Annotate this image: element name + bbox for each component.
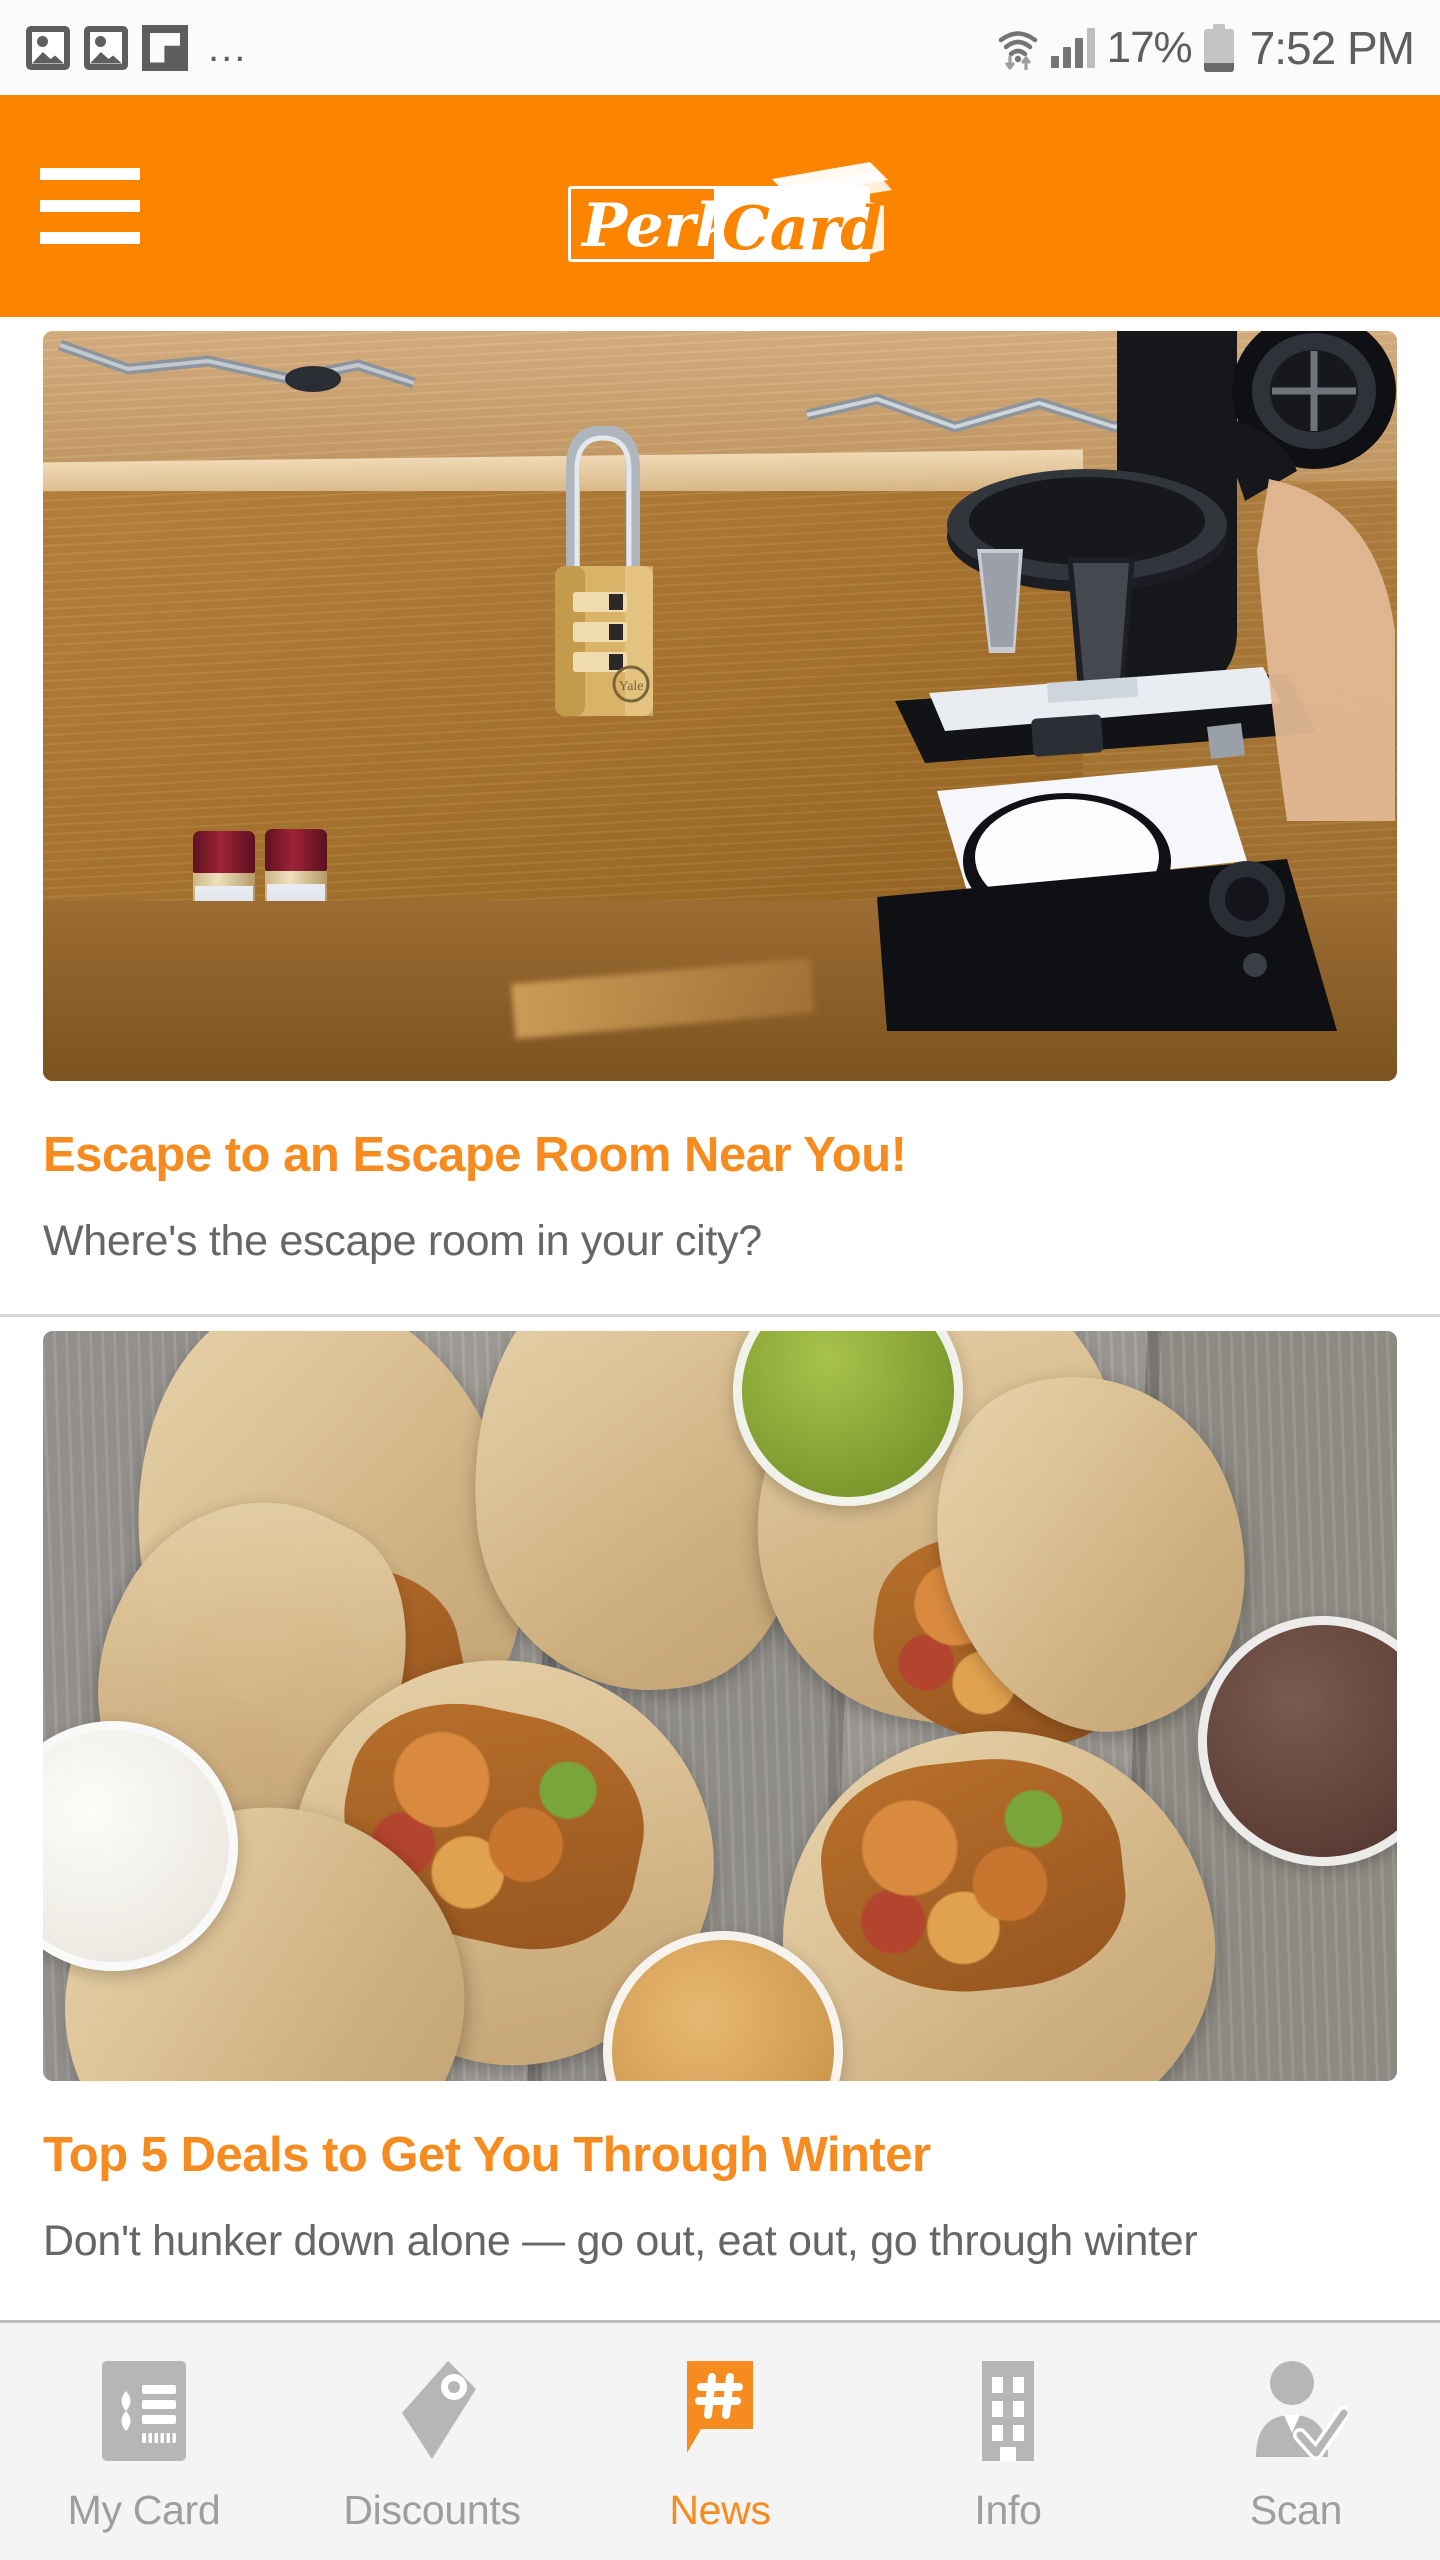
- nav-label: Info: [974, 2487, 1042, 2533]
- news-hashtag-bubble-icon: [668, 2357, 772, 2465]
- article-image-winter-deals[interactable]: [43, 1331, 1397, 2081]
- photo-icon: [84, 25, 128, 70]
- microscope-illustration: [877, 331, 1396, 1031]
- padlock-icon: Yale: [555, 426, 653, 716]
- svg-text:Card: Card: [722, 194, 882, 264]
- nav-item-my-card[interactable]: My Card: [0, 2323, 288, 2560]
- nav-label: My Card: [67, 2487, 221, 2533]
- signal-bars-icon: [1050, 27, 1095, 68]
- battery-low-icon: [1203, 23, 1234, 72]
- news-article-card[interactable]: Top 5 Deals to Get You Through Winter Do…: [0, 1331, 1440, 2266]
- battery-percent-label: 17%: [1106, 22, 1193, 72]
- perks-card-logo: Perks Card: [540, 154, 900, 269]
- status-bar: ... 17% 7:52 PM: [0, 0, 1440, 95]
- clock-label: 7:52 PM: [1249, 21, 1415, 74]
- photo-icon: [26, 25, 70, 70]
- article-image-escape-room[interactable]: Yale: [43, 331, 1397, 1081]
- nav-item-scan[interactable]: Scan: [1152, 2323, 1440, 2560]
- svg-text:Yale: Yale: [618, 679, 643, 694]
- article-divider: [0, 1314, 1440, 1317]
- article-title[interactable]: Escape to an Escape Room Near You!: [43, 1127, 1397, 1183]
- app-header: Perks Card: [0, 95, 1440, 317]
- nav-item-news[interactable]: News: [576, 2323, 864, 2560]
- person-check-icon: [1244, 2357, 1351, 2465]
- more-notifications-icon: ...: [208, 25, 248, 70]
- status-bar-system: 17% 7:52 PM: [997, 21, 1415, 75]
- price-tag-icon: [380, 2357, 484, 2465]
- flipboard-icon: [142, 24, 188, 71]
- article-subtitle: Don't hunker down alone — go out, eat ou…: [43, 2217, 1198, 2265]
- nav-label: News: [669, 2487, 771, 2533]
- nav-item-info[interactable]: Info: [864, 2323, 1152, 2560]
- hamburger-menu-icon[interactable]: [40, 161, 146, 251]
- news-article-card[interactable]: Yale Escape to an Escape Room Near You! …: [0, 331, 1440, 1317]
- article-title[interactable]: Top 5 Deals to Get You Through Winter: [43, 2127, 1397, 2183]
- article-subtitle: Where's the escape room in your city?: [43, 1217, 762, 1265]
- nav-label: Scan: [1249, 2487, 1343, 2533]
- status-bar-notifications: ...: [26, 24, 248, 71]
- news-feed[interactable]: Yale Escape to an Escape Room Near You! …: [0, 317, 1440, 2320]
- id-card-icon: [92, 2357, 196, 2465]
- nav-label: Discounts: [343, 2487, 521, 2533]
- building-icon: [956, 2357, 1060, 2465]
- wifi-icon: [997, 26, 1039, 71]
- nav-item-discounts[interactable]: Discounts: [288, 2323, 576, 2560]
- bottom-navigation-bar[interactable]: My Card Discounts News Info Scan: [0, 2320, 1440, 2560]
